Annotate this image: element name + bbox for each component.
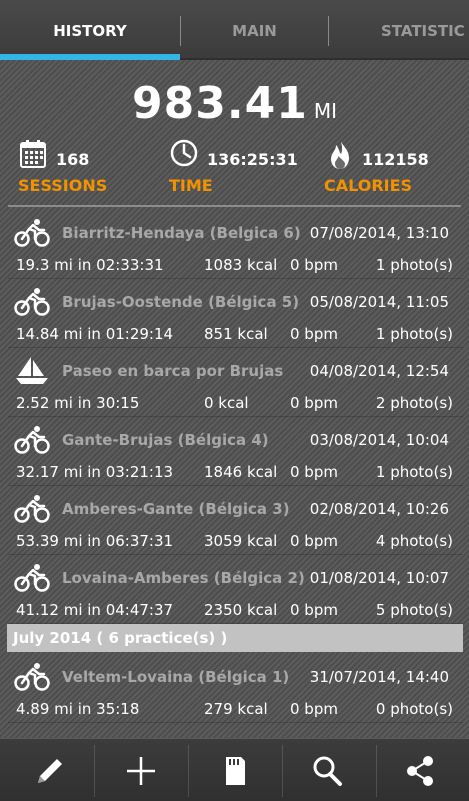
action-separator xyxy=(188,745,189,797)
calories-value: 112158 xyxy=(362,150,429,169)
activity-row[interactable]: Paseo en barca por Brujas 04/08/2014, 12… xyxy=(8,348,463,417)
sessions-value: 168 xyxy=(56,150,90,169)
tab-main[interactable]: MAIN xyxy=(181,0,328,60)
tab-history[interactable]: HISTORY xyxy=(0,0,180,60)
total-distance-value: 983.41 xyxy=(132,78,308,129)
activity-date: 03/08/2014, 10:04 xyxy=(309,431,449,449)
sd-card-icon[interactable] xyxy=(217,753,253,789)
activity-row[interactable]: Biarritz-Hendaya (Belgica 6) 07/08/2014,… xyxy=(8,210,463,279)
time-label: TIME xyxy=(169,176,213,195)
activity-distance-time: 14.84 mi in 01:29:14 xyxy=(16,325,174,343)
activity-heart-rate: 0 bpm xyxy=(290,532,338,550)
activity-calories: 0 kcal xyxy=(204,394,249,412)
activity-distance-time: 2.52 mi in 30:15 xyxy=(16,394,140,412)
activity-distance-time: 41.12 mi in 04:47:37 xyxy=(16,601,174,619)
activity-name: Amberes-Gante (Bélgica 3) xyxy=(62,500,290,518)
activity-row[interactable]: Gante-Brujas (Bélgica 4) 03/08/2014, 10:… xyxy=(8,417,463,486)
share-icon[interactable] xyxy=(402,753,438,789)
activity-calories: 279 kcal xyxy=(204,700,268,718)
activity-calories: 1083 kcal xyxy=(204,256,278,274)
activity-photos: 1 photo(s) xyxy=(375,256,453,274)
activity-name: Paseo en barca por Brujas xyxy=(62,362,284,380)
activity-name: Gante-Brujas (Bélgica 4) xyxy=(62,431,269,449)
activity-row[interactable]: Veltem-Lovaina (Bélgica 1) 31/07/2014, 1… xyxy=(8,654,463,723)
activity-photos: 0 photo(s) xyxy=(375,700,453,718)
activity-calories: 2350 kcal xyxy=(204,601,278,619)
activity-row[interactable]: Brujas-Oostende (Bélgica 5) 05/08/2014, … xyxy=(8,279,463,348)
sessions-label: SESSIONS xyxy=(18,176,108,195)
bicycle-icon xyxy=(14,495,50,523)
activity-date: 31/07/2014, 14:40 xyxy=(309,668,449,686)
activity-heart-rate: 0 bpm xyxy=(290,325,338,343)
active-tab-indicator xyxy=(0,54,180,60)
tab-statistic[interactable]: STATISTIC xyxy=(329,0,469,60)
sailboat-icon xyxy=(16,357,48,384)
activity-heart-rate: 0 bpm xyxy=(290,463,338,481)
activity-photos: 1 photo(s) xyxy=(375,463,453,481)
activity-list[interactable]: Biarritz-Hendaya (Belgica 6) 07/08/2014,… xyxy=(7,210,463,723)
add-icon[interactable] xyxy=(123,753,159,789)
activity-row[interactable]: Amberes-Gante (Bélgica 3) 02/08/2014, 10… xyxy=(8,486,463,555)
action-separator xyxy=(282,745,283,797)
calendar-icon xyxy=(20,140,46,168)
activity-heart-rate: 0 bpm xyxy=(290,256,338,274)
activity-distance-time: 32.17 mi in 03:21:13 xyxy=(16,463,174,481)
clock-icon xyxy=(170,139,198,167)
activity-name: Lovaina-Amberes (Bélgica 2) xyxy=(62,569,305,587)
activity-name: Brujas-Oostende (Bélgica 5) xyxy=(62,293,300,311)
activity-date: 07/08/2014, 13:10 xyxy=(309,224,449,242)
activity-photos: 5 photo(s) xyxy=(375,601,453,619)
search-icon[interactable] xyxy=(309,753,345,789)
bottom-action-bar xyxy=(0,738,469,801)
edit-icon[interactable] xyxy=(32,753,68,789)
activity-distance-time: 53.39 mi in 06:37:31 xyxy=(16,532,174,550)
total-distance: 983.41 MI xyxy=(0,78,469,129)
bicycle-icon xyxy=(14,288,50,316)
summary-divider xyxy=(8,205,461,207)
activity-distance-time: 19.3 mi in 02:33:31 xyxy=(16,256,164,274)
bicycle-icon xyxy=(14,564,50,592)
activity-row[interactable]: Lovaina-Amberes (Bélgica 2) 01/08/2014, … xyxy=(8,555,463,624)
activity-heart-rate: 0 bpm xyxy=(290,601,338,619)
activity-photos: 4 photo(s) xyxy=(375,532,453,550)
activity-date: 02/08/2014, 10:26 xyxy=(309,500,449,518)
activity-date: 04/08/2014, 12:54 xyxy=(309,362,449,380)
activity-name: Biarritz-Hendaya (Belgica 6) xyxy=(62,224,301,242)
activity-distance-time: 4.89 mi in 35:18 xyxy=(16,700,140,718)
bicycle-icon xyxy=(14,663,50,691)
total-distance-unit: MI xyxy=(313,99,337,123)
activity-calories: 3059 kcal xyxy=(204,532,278,550)
tab-bar: HISTORY MAIN STATISTIC xyxy=(0,0,469,60)
action-separator xyxy=(376,745,377,797)
time-value: 136:25:31 xyxy=(207,150,298,169)
activity-calories: 851 kcal xyxy=(204,325,268,343)
activity-date: 05/08/2014, 11:05 xyxy=(309,293,449,311)
flame-icon xyxy=(331,139,349,169)
bicycle-icon xyxy=(14,219,50,247)
activity-photos: 2 photo(s) xyxy=(375,394,453,412)
bicycle-icon xyxy=(14,426,50,454)
activity-name: Veltem-Lovaina (Bélgica 1) xyxy=(62,668,290,686)
action-separator xyxy=(94,745,95,797)
activity-heart-rate: 0 bpm xyxy=(290,700,338,718)
month-section-header: July 2014 ( 6 practice(s) ) xyxy=(7,624,463,652)
activity-calories: 1846 kcal xyxy=(204,463,278,481)
calories-label: CALORIES xyxy=(324,176,413,195)
activity-photos: 1 photo(s) xyxy=(375,325,453,343)
activity-date: 01/08/2014, 10:07 xyxy=(309,569,449,587)
activity-heart-rate: 0 bpm xyxy=(290,394,338,412)
